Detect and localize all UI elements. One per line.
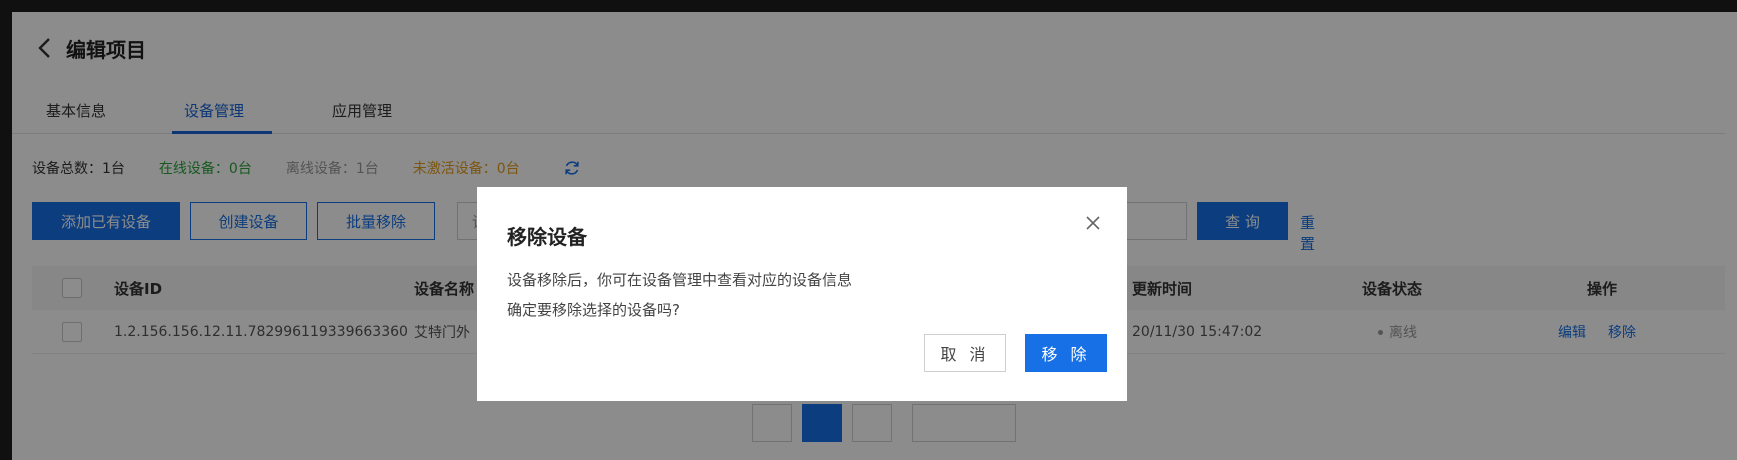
confirm-remove-button[interactable]: 移 除	[1025, 334, 1107, 372]
cancel-button[interactable]: 取 消	[924, 334, 1006, 372]
dialog-message-line1: 设备移除后，你可在设备管理中查看对应的设备信息	[507, 271, 853, 289]
close-icon[interactable]	[1081, 211, 1105, 235]
dialog-message-line2: 确定要移除选择的设备吗?	[507, 301, 680, 319]
dialog-title: 移除设备	[507, 225, 587, 249]
remove-device-dialog: 移除设备 设备移除后，你可在设备管理中查看对应的设备信息 确定要移除选择的设备吗…	[477, 187, 1127, 401]
